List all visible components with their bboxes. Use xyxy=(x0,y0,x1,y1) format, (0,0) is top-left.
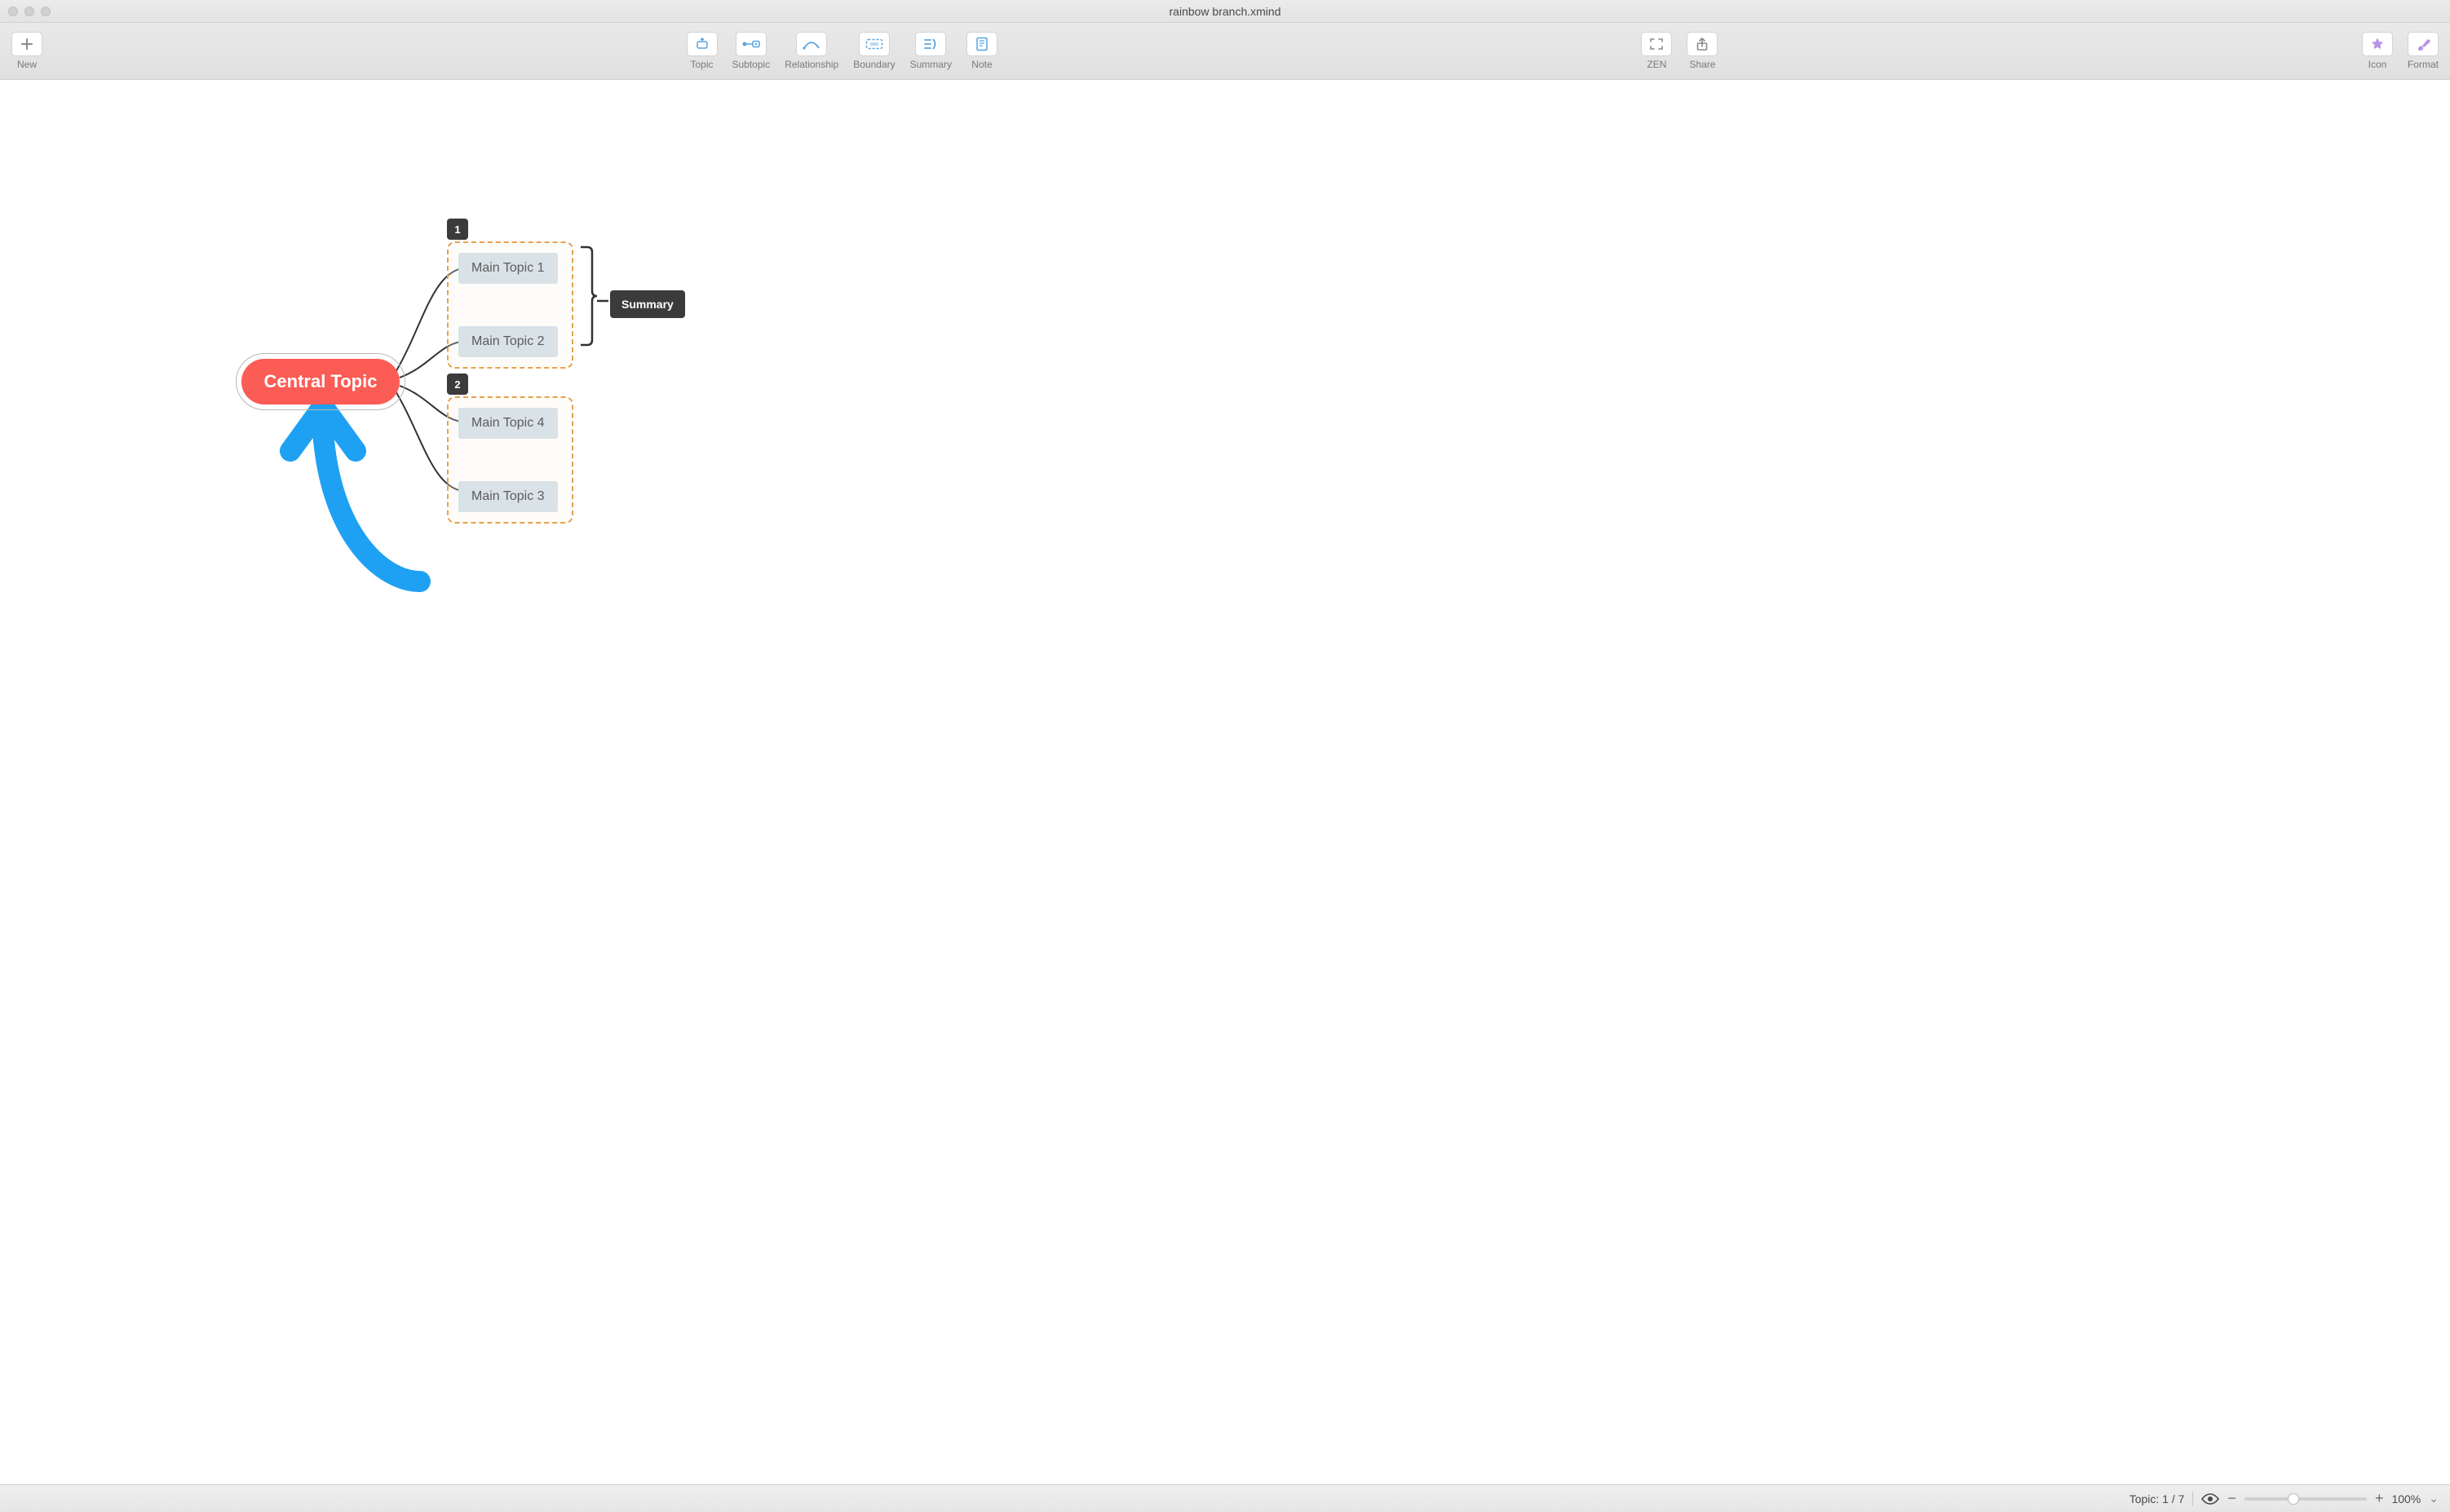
topic-label: Main Topic 3 xyxy=(471,489,545,503)
note-icon xyxy=(966,32,997,56)
toolbar-group-center: Topic Subtopic Relationship Boundary Sum… xyxy=(687,32,997,70)
summary-label: Summary xyxy=(621,298,674,311)
central-topic[interactable]: Central Topic xyxy=(241,359,400,405)
toolbar-group-left: New xyxy=(11,32,42,70)
relationship-button[interactable]: Relationship xyxy=(785,32,838,70)
plus-icon xyxy=(11,32,42,56)
summary-icon xyxy=(915,32,946,56)
toolbar-label: Subtopic xyxy=(732,59,771,70)
subtopic-button[interactable]: Subtopic xyxy=(732,32,771,70)
toolbar-label: Relationship xyxy=(785,59,838,70)
toolbar-label: Share xyxy=(1689,59,1715,70)
summary-topic[interactable]: Summary xyxy=(610,290,685,318)
toolbar: New Topic Subtopic Relationship xyxy=(0,23,2450,80)
mindmap-canvas[interactable]: Central Topic 1 Main Topic 1 Main Topic … xyxy=(0,80,2450,1484)
toolbar-label: Icon xyxy=(2368,59,2387,70)
topic-label: Main Topic 2 xyxy=(471,334,545,348)
zoom-dropdown-icon[interactable]: ⌄ xyxy=(2429,1492,2439,1505)
zoom-in-button[interactable]: + xyxy=(2375,1490,2384,1507)
zoom-percent[interactable]: 100% xyxy=(2391,1492,2421,1505)
boundary-icon xyxy=(859,32,890,56)
central-topic-label: Central Topic xyxy=(264,371,378,392)
annotation-arrow xyxy=(285,406,432,594)
subtopic-icon xyxy=(736,32,767,56)
icon-button[interactable]: Icon xyxy=(2362,32,2393,70)
brush-icon xyxy=(2408,32,2439,56)
relationship-icon xyxy=(796,32,827,56)
statusbar-divider xyxy=(2192,1492,2193,1506)
toolbar-group-mid: ZEN Share xyxy=(1641,32,1718,70)
toolbar-label: ZEN xyxy=(1647,59,1666,70)
boundary-button[interactable]: Boundary xyxy=(853,32,895,70)
main-topic-4[interactable]: Main Topic 4 xyxy=(458,408,558,439)
format-button[interactable]: Format xyxy=(2408,32,2439,70)
boundary-badge: 1 xyxy=(447,219,468,240)
toolbar-group-right: Icon Format xyxy=(2362,32,2439,70)
toolbar-label: Format xyxy=(2408,59,2439,70)
close-window-button[interactable] xyxy=(8,7,18,16)
new-button[interactable]: New xyxy=(11,32,42,70)
visibility-toggle[interactable] xyxy=(2201,1492,2219,1505)
topic-label: Main Topic 4 xyxy=(471,416,545,430)
zoom-window-button[interactable] xyxy=(41,7,51,16)
note-button[interactable]: Note xyxy=(966,32,997,70)
statusbar: Topic: 1 / 7 − + 100% ⌄ xyxy=(0,1484,2450,1512)
toolbar-label: Boundary xyxy=(853,59,895,70)
topic-button[interactable]: Topic xyxy=(687,32,718,70)
window-title: rainbow branch.xmind xyxy=(0,5,2450,18)
share-button[interactable]: Share xyxy=(1687,32,1718,70)
minimize-window-button[interactable] xyxy=(24,7,34,16)
topic-count-total: 7 xyxy=(2178,1492,2185,1505)
toolbar-label: Topic xyxy=(690,59,713,70)
zen-button[interactable]: ZEN xyxy=(1641,32,1672,70)
zoom-slider-thumb[interactable] xyxy=(2288,1493,2299,1505)
topic-count-index: 1 xyxy=(2162,1492,2169,1505)
share-icon xyxy=(1687,32,1718,56)
main-topic-1[interactable]: Main Topic 1 xyxy=(458,253,558,284)
toolbar-label: New xyxy=(17,59,37,70)
main-topic-3[interactable]: Main Topic 3 xyxy=(458,481,558,512)
main-topic-2[interactable]: Main Topic 2 xyxy=(458,326,558,357)
window-controls xyxy=(8,7,51,16)
topic-count: Topic: 1 / 7 xyxy=(2129,1492,2185,1505)
star-icon xyxy=(2362,32,2393,56)
topic-label: Main Topic 1 xyxy=(471,261,545,275)
fullscreen-icon xyxy=(1641,32,1672,56)
topic-count-sep: / xyxy=(2172,1492,2175,1505)
summary-button[interactable]: Summary xyxy=(910,32,952,70)
toolbar-label: Note xyxy=(971,59,992,70)
topic-icon xyxy=(687,32,718,56)
boundary-badge: 2 xyxy=(447,374,468,395)
toolbar-label: Summary xyxy=(910,59,952,70)
zoom-slider[interactable] xyxy=(2244,1497,2367,1501)
zoom-out-button[interactable]: − xyxy=(2227,1490,2236,1507)
titlebar: rainbow branch.xmind xyxy=(0,0,2450,23)
topic-count-label: Topic: xyxy=(2129,1492,2160,1505)
